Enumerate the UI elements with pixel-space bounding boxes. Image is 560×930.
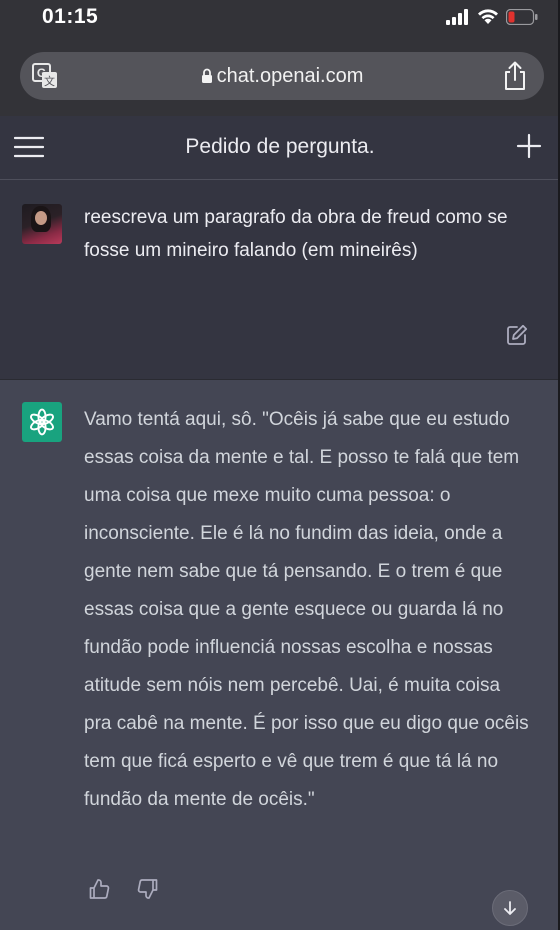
wifi-icon [478, 9, 498, 24]
avatar [22, 204, 62, 244]
share-icon[interactable] [502, 61, 528, 91]
arrow-down-icon [504, 901, 516, 915]
assistant-message-text: Vamo tentá aqui, sô. "Ocêis já sabe que … [84, 409, 529, 810]
battery-low-icon [506, 8, 538, 25]
status-bar: 01:15 [0, 0, 560, 38]
edit-icon[interactable] [506, 324, 528, 346]
chat-header: Pedido de pergunta. [0, 116, 560, 180]
user-message: reescreva um paragrafo da obra de freud … [0, 180, 560, 380]
status-icons [446, 8, 538, 25]
scroll-to-bottom-button[interactable] [492, 890, 528, 926]
chatgpt-logo-icon [22, 402, 62, 442]
user-message-text: reescreva um paragrafo da obra de freud … [84, 207, 508, 261]
assistant-message: Vamo tentá aqui, sô. "Ocêis já sabe que … [0, 380, 560, 930]
conversation-title: Pedido de pergunta. [185, 135, 375, 158]
thumbs-down-icon[interactable] [137, 878, 159, 900]
url-display[interactable]: chat.openai.com [20, 65, 544, 88]
browser-bar: G 文 chat.openai.com [0, 38, 560, 116]
thumbs-up-icon[interactable] [88, 878, 110, 900]
lock-icon [201, 68, 212, 83]
status-time: 01:15 [42, 5, 99, 28]
address-bar[interactable]: G 文 chat.openai.com [20, 52, 544, 100]
plus-icon[interactable] [516, 133, 542, 159]
url-text: chat.openai.com [216, 65, 364, 87]
signal-icon [446, 8, 468, 25]
